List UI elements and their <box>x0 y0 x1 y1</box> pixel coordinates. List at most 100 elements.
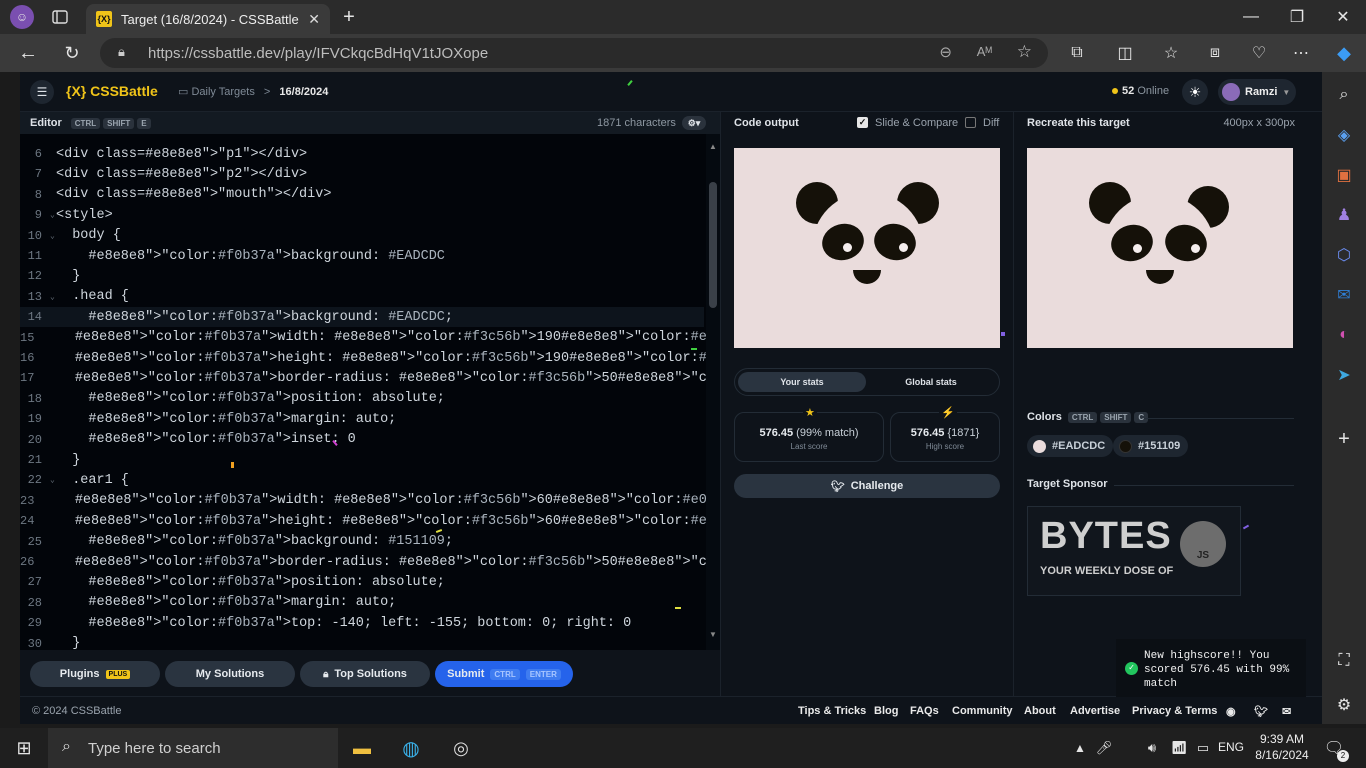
code-line[interactable]: 20 #e8e8e8">"color:#f0b37a">inset: 0 <box>20 430 704 450</box>
code-line[interactable]: 18 #e8e8e8">"color:#f0b37a">position: ab… <box>20 389 704 409</box>
footer-link-advertise[interactable]: Advertise <box>1070 705 1120 717</box>
outlook-icon[interactable]: ✉ <box>1333 284 1355 306</box>
code-line[interactable]: 6 <div class=#e8e8e8">"p1"></div> <box>20 144 704 164</box>
games-icon[interactable]: ♟ <box>1333 204 1355 226</box>
code-line[interactable]: 17 #e8e8e8">"color:#f0b37a">border-radiu… <box>20 368 720 388</box>
taskbar-search[interactable]: ⌕ Type here to search <box>48 728 338 768</box>
split-screen-icon[interactable]: ◫ <box>1114 42 1136 64</box>
code-line[interactable]: 11 #e8e8e8">"color:#f0b37a">background: … <box>20 246 704 266</box>
color-swatch-2[interactable]: #151109 <box>1113 435 1189 457</box>
telegram-icon[interactable]: ➤ <box>1333 364 1355 386</box>
footer-link-about[interactable]: About <box>1024 705 1056 717</box>
code-line[interactable]: 13 ⌄ .head { <box>20 287 704 307</box>
code-line[interactable]: 29 #e8e8e8">"color:#f0b37a">top: -140; l… <box>20 613 704 633</box>
minimize-icon[interactable]: — <box>1240 6 1262 28</box>
code-line[interactable]: 27 #e8e8e8">"color:#f0b37a">position: ab… <box>20 572 704 592</box>
code-line[interactable]: 24 #e8e8e8">"color:#f0b37a">height: #e8e… <box>20 511 720 531</box>
color-swatch-1[interactable]: #EADCDC <box>1027 435 1114 457</box>
volume-icon[interactable]: 🔊︎ <box>1143 738 1161 758</box>
code-line[interactable]: 14 #e8e8e8">"color:#f0b37a">background: … <box>20 307 704 328</box>
windows-start-icon[interactable]: ⊞ <box>12 737 36 759</box>
code-line[interactable]: 16 #e8e8e8">"color:#f0b37a">height: #e8e… <box>20 348 720 368</box>
favorite-star-icon[interactable]: ☆ <box>1017 42 1032 62</box>
code-line[interactable]: 12 } <box>20 266 704 286</box>
scroll-up-icon[interactable]: ▲ <box>709 142 717 151</box>
add-sidebar-icon[interactable]: + <box>1333 428 1355 450</box>
address-bar[interactable]: 🔒︎ https://cssbattle.dev/play/IFVCkqcBdH… <box>100 38 1048 68</box>
diff-checkbox[interactable] <box>965 117 976 128</box>
email-icon[interactable]: ✉ <box>1282 705 1291 718</box>
submit-button[interactable]: Submit CTRL ENTER <box>435 661 573 687</box>
menu-icon[interactable]: ☰ <box>30 80 54 104</box>
scroll-down-icon[interactable]: ▼ <box>709 630 717 639</box>
microsoft365-icon[interactable]: ⬡ <box>1333 244 1355 266</box>
designer-icon[interactable]: ◐ <box>1333 324 1355 346</box>
code-editor[interactable]: 6 <div class=#e8e8e8">"p1"></div> 7 <div cl… <box>20 134 720 650</box>
code-line[interactable]: 22 ⌄ .ear1 { <box>20 470 704 490</box>
more-options-icon[interactable]: ⋯ <box>1290 42 1312 64</box>
extensions-icon[interactable]: ⧉ <box>1066 42 1088 64</box>
code-output-canvas[interactable] <box>734 148 1000 348</box>
refresh-icon[interactable]: ↻ <box>60 42 84 64</box>
code-line[interactable]: 21 } <box>20 450 704 470</box>
tab-your-stats[interactable]: Your stats <box>738 372 866 392</box>
twitter-icon[interactable]: 🐦︎ <box>1254 705 1268 718</box>
close-tab-icon[interactable]: ✕ <box>308 11 320 28</box>
top-solutions-button[interactable]: 🔒︎ Top Solutions <box>300 661 430 687</box>
read-aloud-icon[interactable]: Aᴹ <box>977 44 992 59</box>
footer-link-faqs[interactable]: FAQs <box>910 705 939 717</box>
slide-compare-checkbox[interactable]: ✓ <box>857 117 868 128</box>
copilot-icon[interactable]: ◆ <box>1332 42 1356 64</box>
editor-settings-icon[interactable]: ⚙▾ <box>682 116 706 130</box>
footer-link-tips[interactable]: Tips & Tricks <box>798 705 866 717</box>
restore-icon[interactable]: ❐ <box>1286 6 1308 28</box>
zoom-icon[interactable]: ⊖ <box>939 43 952 61</box>
challenge-button[interactable]: 🐦︎ Challenge <box>734 474 1000 498</box>
code-line[interactable]: 28 #e8e8e8">"color:#f0b37a">margin: auto… <box>20 593 704 613</box>
edge-icon[interactable]: ◍ <box>398 736 424 760</box>
scroll-thumb[interactable] <box>709 182 717 308</box>
code-line[interactable]: 23 #e8e8e8">"color:#f0b37a">width: #e8e8… <box>20 491 720 511</box>
browser-essentials-icon[interactable]: ♡ <box>1248 42 1270 64</box>
footer-link-privacy[interactable]: Privacy & Terms <box>1132 705 1217 717</box>
favorites-icon[interactable]: ☆ <box>1160 42 1182 64</box>
settings-icon[interactable]: ⚙ <box>1333 694 1355 716</box>
theme-toggle-icon[interactable]: ☀ <box>1182 79 1208 105</box>
footer-link-blog[interactable]: Blog <box>874 705 898 717</box>
language-indicator[interactable]: ENG <box>1218 740 1244 754</box>
screenshot-icon[interactable]: ⛶ <box>1333 650 1355 672</box>
collections-icon[interactable]: ⧈ <box>1204 42 1226 64</box>
tab-global-stats[interactable]: Global stats <box>867 372 995 392</box>
back-icon[interactable]: ← <box>16 42 40 64</box>
sponsor-banner[interactable]: BYTES YOUR WEEKLY DOSE OF JS <box>1027 506 1241 596</box>
browser-tab[interactable]: {X} Target (16/8/2024) - CSSBattle ✕ <box>86 4 330 34</box>
code-line[interactable]: 9 ⌄ <style> <box>20 205 704 225</box>
battery-icon[interactable]: ▭ <box>1194 738 1212 758</box>
microphone-icon[interactable]: 🎤︎ <box>1096 738 1113 758</box>
shopping-icon[interactable]: ◈ <box>1333 124 1355 146</box>
code-line[interactable]: 30 } <box>20 634 704 650</box>
tab-actions-icon[interactable] <box>50 8 70 26</box>
code-line[interactable]: 15 #e8e8e8">"color:#f0b37a">width: #e8e8… <box>20 328 720 348</box>
tools-icon[interactable]: ▣ <box>1333 164 1355 186</box>
file-explorer-icon[interactable]: ▬ <box>350 737 374 759</box>
user-menu[interactable]: Ramzi ▼ <box>1218 79 1296 105</box>
footer-link-community[interactable]: Community <box>952 705 1013 717</box>
network-icon[interactable]: 📶︎ <box>1170 738 1188 758</box>
obs-recording-icon[interactable]: ◎ <box>448 736 474 760</box>
my-solutions-button[interactable]: My Solutions <box>165 661 295 687</box>
code-line[interactable]: 10 ⌄ body { <box>20 226 704 246</box>
profile-avatar-icon[interactable]: ☺ <box>10 5 34 29</box>
code-line[interactable]: 25 #e8e8e8">"color:#f0b37a">background: … <box>20 532 704 552</box>
code-line[interactable]: 8 <div class=#e8e8e8">"mouth"></div> <box>20 185 704 205</box>
code-line[interactable]: 19 #e8e8e8">"color:#f0b37a">margin: auto… <box>20 409 704 429</box>
new-tab-icon[interactable]: + <box>338 6 360 28</box>
plugins-button[interactable]: Plugins PLUS <box>30 661 160 687</box>
discord-icon[interactable]: ◉ <box>1226 705 1236 718</box>
breadcrumb-daily-targets[interactable]: Daily Targets <box>191 86 254 98</box>
code-line[interactable]: 7 <div class=#e8e8e8">"p2"></div> <box>20 164 704 184</box>
search-icon[interactable]: ⌕ <box>1333 84 1355 106</box>
cssbattle-logo[interactable]: {X} CSSBattle <box>66 83 158 99</box>
close-window-icon[interactable]: ✕ <box>1332 6 1354 28</box>
clock[interactable]: 9:39 AM 8/16/2024 <box>1254 731 1310 763</box>
